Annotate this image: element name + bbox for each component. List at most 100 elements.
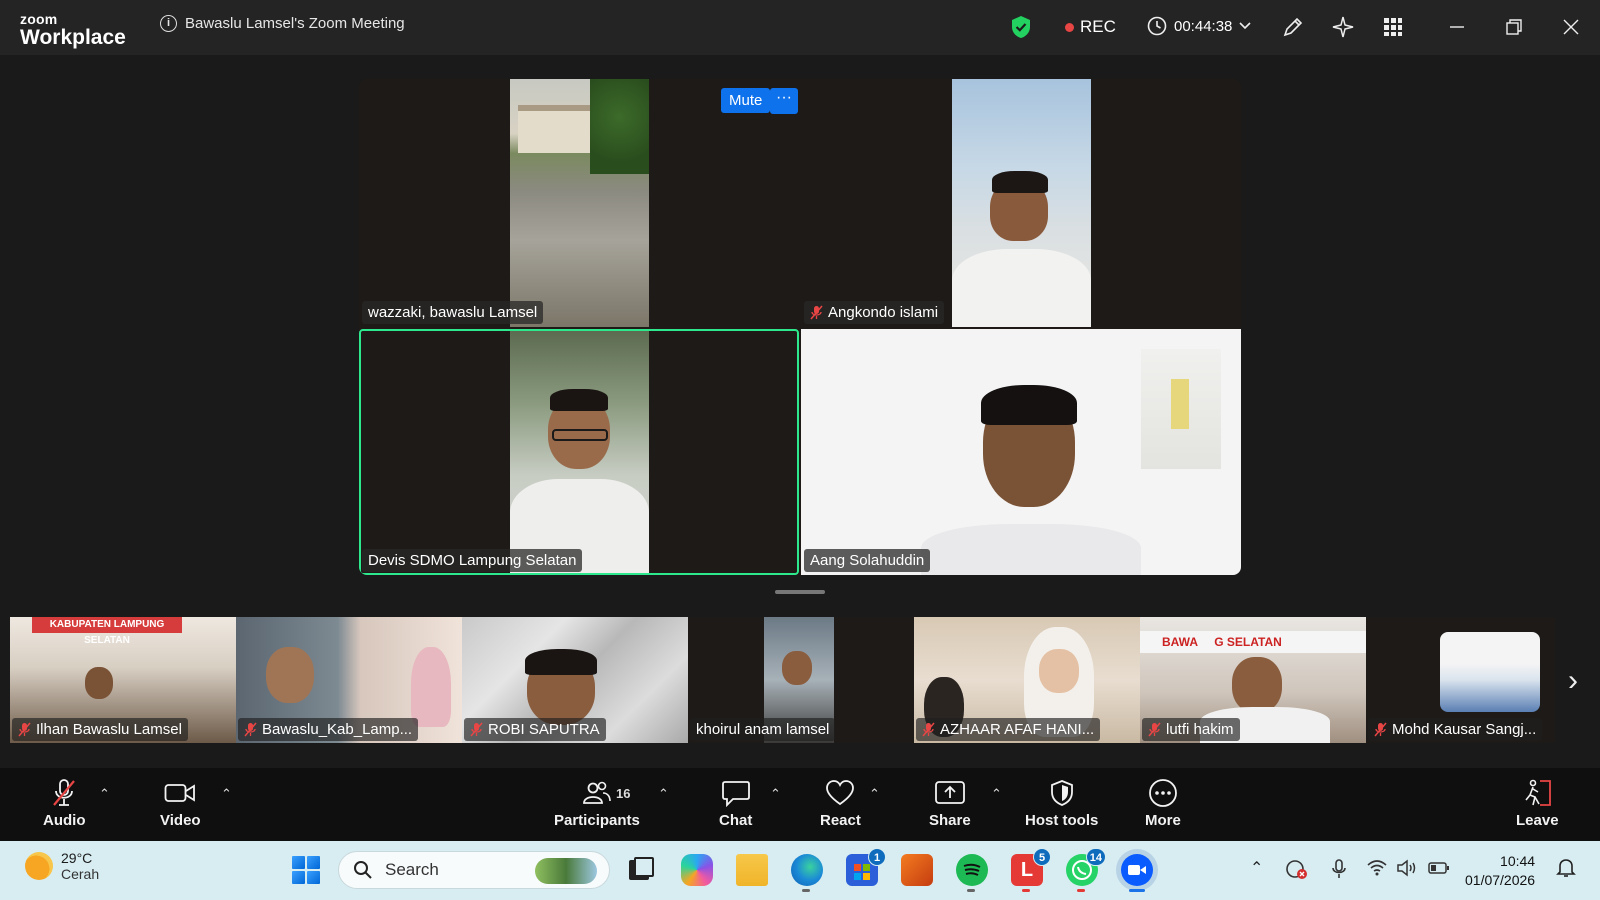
participant-name: Devis SDMO Lampung Selatan <box>368 552 577 569</box>
participant-name: ROBI SAPUTRA <box>488 721 600 738</box>
person-image <box>1232 657 1282 713</box>
edge-browser-icon[interactable] <box>791 854 823 892</box>
file-explorer-icon[interactable] <box>736 854 768 886</box>
chat-options-caret-icon[interactable]: ⌃ <box>770 786 781 802</box>
host-tools-button[interactable]: Host tools <box>1025 778 1098 829</box>
participant-name-label: Bawaslu_Kab_Lamp... <box>238 718 419 741</box>
participant-name-label: Ilhan Bawaslu Lamsel <box>12 718 188 741</box>
share-button[interactable]: Share <box>929 778 971 829</box>
share-options-caret-icon[interactable]: ⌃ <box>991 786 1002 802</box>
zoom-app-icon[interactable] <box>1121 854 1153 892</box>
volume-icon[interactable] <box>1396 858 1418 878</box>
taskbar-search[interactable]: Search <box>338 851 610 889</box>
strip-next-chevron-right-icon[interactable]: › <box>1568 664 1578 698</box>
meeting-info[interactable]: i Bawaslu Lamsel's Zoom Meeting <box>160 15 405 32</box>
annotate-pen-icon[interactable] <box>1281 15 1305 39</box>
host-shield-icon <box>1050 780 1073 806</box>
video-tile-angkondo[interactable]: Angkondo islami <box>801 79 1241 327</box>
zoom-workplace-logo: zoom Workplace <box>20 12 126 48</box>
video-feed <box>952 79 1091 327</box>
thumb-khoirul[interactable]: khoirul anam lamsel <box>688 617 914 743</box>
audio-options-caret-icon[interactable]: ⌃ <box>99 786 110 802</box>
copilot-icon[interactable] <box>681 854 713 886</box>
chat-button[interactable]: Chat <box>719 778 752 829</box>
weather-temperature: 29°C <box>61 850 93 866</box>
leave-button[interactable]: Leave <box>1516 778 1559 829</box>
office-app-icon[interactable] <box>901 854 933 886</box>
tray-overflow-chevron-up-icon[interactable]: ⌃ <box>1250 858 1263 878</box>
task-view-icon[interactable] <box>625 854 657 886</box>
windows-start-icon[interactable] <box>292 856 320 884</box>
audio-label: Audio <box>43 812 86 829</box>
video-label: Video <box>160 812 201 829</box>
person-image <box>782 651 812 685</box>
encryption-shield-icon[interactable] <box>1010 15 1032 39</box>
whatsapp-icon[interactable]: 14 <box>1066 848 1106 892</box>
more-dots-icon <box>1149 779 1177 807</box>
wifi-icon[interactable] <box>1366 858 1388 878</box>
react-options-caret-icon[interactable]: ⌃ <box>869 786 880 802</box>
video-tile-devis[interactable]: Devis SDMO Lampung Selatan <box>359 329 799 575</box>
video-options-caret-icon[interactable]: ⌃ <box>221 786 232 802</box>
participants-options-caret-icon[interactable]: ⌃ <box>658 786 669 802</box>
thumb-lutfi[interactable]: BAWA G SELATAN lutfi hakim <box>1140 617 1366 743</box>
tree-image <box>590 79 649 174</box>
close-icon[interactable] <box>1559 15 1583 39</box>
system-clock[interactable]: 10:44 01/07/2026 <box>1465 852 1535 890</box>
apps-grid-icon[interactable] <box>1381 15 1405 39</box>
weather-widget[interactable]: 29°C Cerah <box>25 850 99 882</box>
clock-time: 10:44 <box>1500 853 1536 869</box>
running-indicator <box>802 889 810 892</box>
video-tile-wazzaki[interactable]: wazzaki, bawaslu Lamsel Mute ··· <box>359 79 799 327</box>
video-tile-aang[interactable]: Aang Solahuddin <box>801 329 1241 575</box>
react-button[interactable]: React <box>820 778 861 829</box>
microphone-icon[interactable] <box>1330 858 1348 880</box>
windows-taskbar: 29°C Cerah Search 1 L 5 14 ⌃ 10:44 01/07… <box>0 841 1600 900</box>
meeting-timer[interactable]: 00:44:38 <box>1147 16 1251 36</box>
share-screen-icon <box>934 781 965 804</box>
l-app-icon[interactable]: L 5 <box>1011 848 1051 892</box>
video-feed <box>510 79 649 327</box>
participant-more-button[interactable]: ··· <box>770 88 798 114</box>
hair-image <box>992 171 1048 193</box>
thumb-bawaslu-kab[interactable]: Bawaslu_Kab_Lamp... <box>236 617 462 743</box>
thumb-mohd[interactable]: Mohd Kausar Sangj... <box>1366 617 1555 743</box>
participant-name: wazzaki, bawaslu Lamsel <box>368 304 538 321</box>
recording-dot-icon <box>1065 22 1074 32</box>
participant-name: Ilhan Bawaslu Lamsel <box>36 721 182 738</box>
spotify-icon[interactable] <box>956 854 988 892</box>
mute-participant-button[interactable]: Mute <box>721 88 771 113</box>
participant-strip: KABUPATEN LAMPUNG SELATAN Ilhan Bawaslu … <box>10 617 1555 743</box>
mic-muted-icon <box>810 305 823 320</box>
notification-badge: 14 <box>1085 848 1106 866</box>
elapsed-time: 00:44:38 <box>1174 17 1233 35</box>
video-grid: wazzaki, bawaslu Lamsel Mute ··· Angkond… <box>359 79 1241 575</box>
restore-icon[interactable] <box>1502 15 1526 39</box>
minimize-icon[interactable] <box>1445 15 1469 39</box>
battery-icon[interactable] <box>1427 858 1451 878</box>
thumb-robi[interactable]: ROBI SAPUTRA <box>462 617 688 743</box>
host-tools-label: Host tools <box>1025 812 1099 829</box>
video-button[interactable]: Video <box>160 778 201 829</box>
onedrive-error-icon[interactable] <box>1285 858 1309 880</box>
participant-name: lutfi hakim <box>1166 721 1234 738</box>
ai-companion-sparkle-icon[interactable] <box>1331 15 1355 39</box>
chat-bubble-icon <box>721 781 750 807</box>
thumb-ilhan[interactable]: KABUPATEN LAMPUNG SELATAN Ilhan Bawaslu … <box>10 617 236 743</box>
thumb-azhaar[interactable]: AZHAAR AFAF HANI... <box>914 617 1140 743</box>
info-icon[interactable]: i <box>160 15 177 32</box>
recording-indicator[interactable]: REC <box>1065 17 1116 37</box>
video-camera-icon <box>164 784 196 802</box>
more-button[interactable]: More <box>1145 778 1181 829</box>
mic-muted-icon <box>53 779 76 806</box>
mic-muted-icon <box>1148 722 1161 737</box>
microsoft-store-icon[interactable]: 1 <box>846 848 886 886</box>
gallery-resize-handle[interactable] <box>775 590 825 594</box>
audio-button[interactable]: Audio <box>43 778 86 829</box>
shirt-image <box>921 524 1141 575</box>
notification-bell-icon[interactable] <box>1556 857 1576 879</box>
running-indicator <box>967 889 975 892</box>
participant-name-label: khoirul anam lamsel <box>690 718 836 741</box>
logo-top-text: zoom <box>20 11 58 27</box>
participant-name: Angkondo islami <box>828 304 939 321</box>
